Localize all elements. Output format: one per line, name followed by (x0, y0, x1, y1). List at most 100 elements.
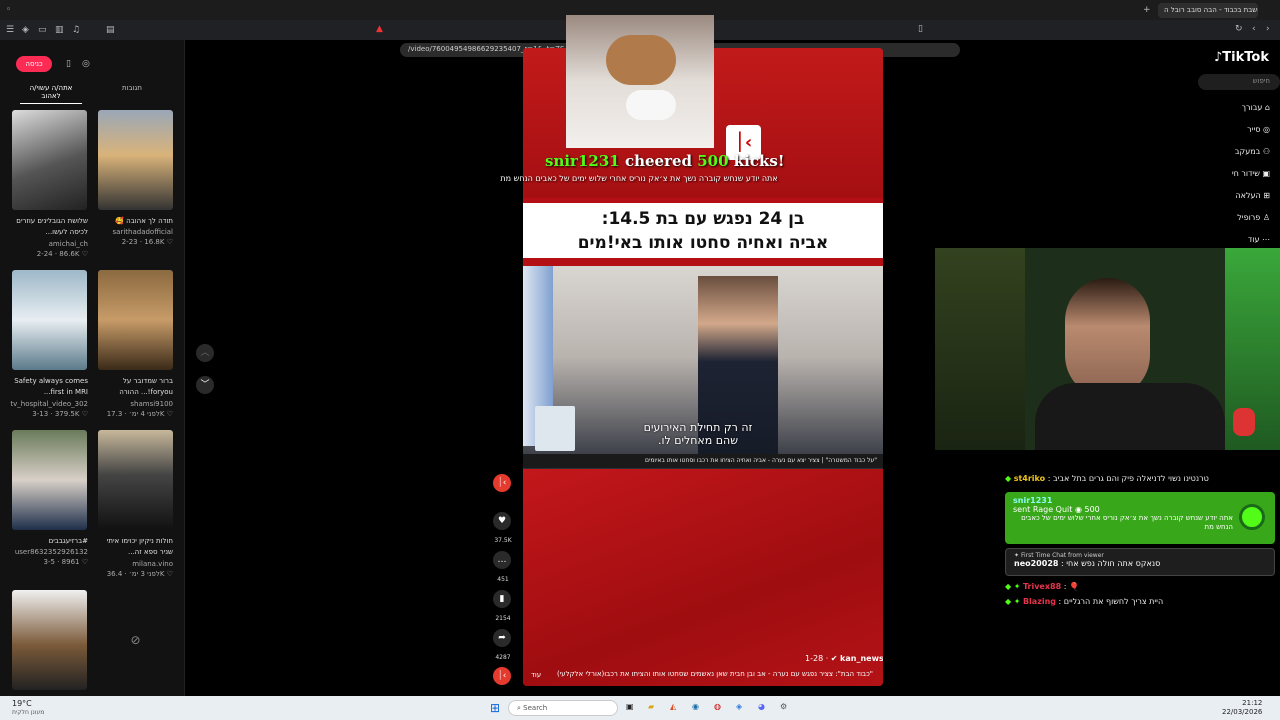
video-thumbnail[interactable] (98, 110, 173, 210)
save-button[interactable]: ▮ (493, 590, 511, 608)
gift-text: sent Rage Quit (1013, 505, 1073, 514)
app-icon[interactable]: ◈ (736, 702, 742, 711)
new-tab-icon[interactable]: + (1143, 4, 1151, 16)
gift-line: sent Rage Quit ◉ 500 (1013, 505, 1267, 514)
video-date: 3-13 (32, 410, 49, 418)
chevron-up-icon: ︿ (200, 348, 210, 358)
rage-quit-highlight: snir1231 sent Rage Quit ◉ 500 אתה יודע ש… (1005, 492, 1275, 544)
obs-icon[interactable]: ◍ (714, 702, 721, 711)
video-thumbnail[interactable] (98, 430, 173, 530)
news-ticker: "על כבוד המשטרה" | צציר יצא עם נערה - אב… (523, 454, 883, 468)
nav-live[interactable]: ▣ שידור חי (1190, 163, 1270, 185)
video-user[interactable]: sarithadadofficial (93, 228, 173, 236)
nav-for-you[interactable]: ⌂ עבורך (1190, 97, 1270, 119)
taskbar-search[interactable]: ⌕ Search (508, 700, 618, 716)
nav-explore[interactable]: ◎ סייר (1190, 119, 1270, 141)
clock[interactable]: 21:12 22/03/2026 (1222, 699, 1262, 717)
subtitle-line2: שהם מאחלים לו. (657, 434, 739, 447)
sidebar-icon[interactable]: ▥ (55, 24, 64, 36)
chat-text: 🎈 (1068, 582, 1079, 591)
browser-tab[interactable]: מחשבת בכבוד - הבה סובב רובל ה... (1158, 3, 1258, 18)
scroll-up-button[interactable]: ︿ (196, 344, 214, 362)
more-link[interactable]: עוד (531, 671, 541, 679)
login-label: כניסה (25, 60, 43, 68)
share-count: 4287 (495, 654, 511, 661)
search-input[interactable]: חיפוש (1198, 74, 1280, 90)
forward-icon[interactable]: › (1266, 23, 1270, 35)
background-panel (935, 248, 1025, 450)
video-thumbnail[interactable] (98, 270, 173, 370)
like-button[interactable]: ♥ (493, 512, 511, 530)
tab-liked[interactable]: אתה/ה עשוי/ה לאהוב (20, 84, 82, 104)
chat-user[interactable]: Trivex88 (1023, 582, 1061, 591)
video-subtitles: זה רק תחילת האירועים שהם מאחלים לו. (613, 421, 783, 447)
tab-replies[interactable]: תגובות (112, 84, 152, 92)
nav-following[interactable]: ⚇ במעקב (1190, 141, 1270, 163)
chat-user[interactable]: neo20028 (1014, 559, 1058, 568)
comment-icon: … (497, 555, 507, 565)
login-button[interactable]: כניסה (16, 56, 52, 72)
steam-icon[interactable]: ◉ (692, 702, 699, 711)
home-icon: ⌂ (1264, 103, 1270, 112)
menu-icon[interactable]: ☰ (6, 24, 14, 36)
video-headline-line1: בן 24 נפגש עם בת 14.5: (601, 209, 805, 229)
chat-user[interactable]: st4riko (1014, 474, 1045, 483)
video-thumbnail[interactable] (12, 430, 87, 530)
verified-icon: ✔ (830, 654, 838, 663)
brave-icon[interactable]: ◭ (670, 702, 676, 711)
music-icon[interactable]: ♫ (72, 24, 80, 36)
kan-avatar-icon: ⏐‹ (497, 478, 507, 488)
nav-profile[interactable]: ♙ פרופיל (1190, 207, 1270, 229)
shield-icon[interactable]: ◈ (22, 24, 29, 36)
video-user[interactable]: amichai_ch (8, 240, 88, 248)
weather-desc: מעונן חלקית (12, 709, 45, 716)
alert-overlay-image (566, 15, 714, 148)
reload-icon[interactable]: ↻ (1235, 23, 1243, 35)
compass-icon[interactable]: ◎ (82, 58, 90, 70)
hidden-video-thumbnail[interactable]: ⊘ (98, 590, 173, 690)
back-icon[interactable]: ‹ (1252, 23, 1256, 35)
tabs-icon[interactable]: ▤ (106, 24, 115, 36)
settings-icon[interactable]: ⚙ (780, 702, 787, 711)
tiktok-logo[interactable]: ♪TikTok (1214, 50, 1269, 65)
comment-button[interactable]: … (493, 551, 511, 569)
bookmark-star-icon[interactable]: ▯ (918, 23, 923, 35)
creator-avatar[interactable]: ⏐‹ (493, 474, 511, 492)
video-user[interactable]: user8632352926132 (8, 548, 88, 556)
scroll-down-button[interactable]: ﹀ (196, 376, 214, 394)
video-thumbnail[interactable] (12, 270, 87, 370)
cheer-action: cheered (624, 152, 692, 170)
alert-icon[interactable]: ▲ (376, 23, 383, 35)
video-views: 379.5K (54, 410, 80, 418)
video-channel-info[interactable]: 1-28 · ✔ kan_news (805, 654, 883, 663)
chat-user[interactable]: snir1231 (1013, 496, 1267, 505)
chat-user[interactable]: Blazing (1023, 597, 1056, 606)
share-button[interactable]: ➦ (493, 629, 511, 647)
nav-label: עבורך (1241, 103, 1263, 112)
video-thumbnail[interactable] (12, 110, 87, 210)
app-menu-icon[interactable]: ◦ (6, 4, 11, 16)
video-user[interactable]: milana.vino (93, 560, 173, 568)
first-chat-text: First Time Chat from viewer (1020, 552, 1104, 559)
weather-widget[interactable]: 19°C מעונן חלקית (12, 699, 44, 717)
nav-label: במעקב (1234, 147, 1261, 156)
windows-start-icon[interactable]: ⊞ (490, 701, 500, 715)
video-user[interactable]: tv_hospital_video_302 (8, 400, 88, 408)
task-view-icon[interactable]: ▣ (626, 702, 634, 711)
plus-square-icon: ⊞ (1263, 191, 1270, 200)
video-caption: תודה לך אהובה 🥰 (115, 217, 173, 225)
discord-icon[interactable]: ◕ (758, 702, 765, 711)
video-caption: ברור שמדובר על foryou!... ההורה (119, 377, 173, 396)
video-caption: #ברזיעגבבים (48, 537, 88, 545)
nav-upload[interactable]: ⊞ העלאה (1190, 185, 1270, 207)
device-icon[interactable]: ▯ (66, 58, 71, 70)
chat-message: ◆ ✦ Trivex88 : 🎈 (1005, 582, 1079, 591)
video-views: 16.8K (144, 238, 165, 246)
music-disc[interactable]: ⏐‹ (493, 667, 511, 685)
folder-icon[interactable]: ▰ (648, 702, 654, 711)
chat-message: neo20028 : סנאקס אתה חולה נפש אחי (1014, 559, 1161, 568)
eye-off-icon: ⊘ (130, 633, 141, 647)
video-user[interactable]: shamsi9100 (93, 400, 173, 408)
bookmark-icon[interactable]: ▭ (38, 24, 47, 36)
video-thumbnail[interactable] (12, 590, 87, 690)
